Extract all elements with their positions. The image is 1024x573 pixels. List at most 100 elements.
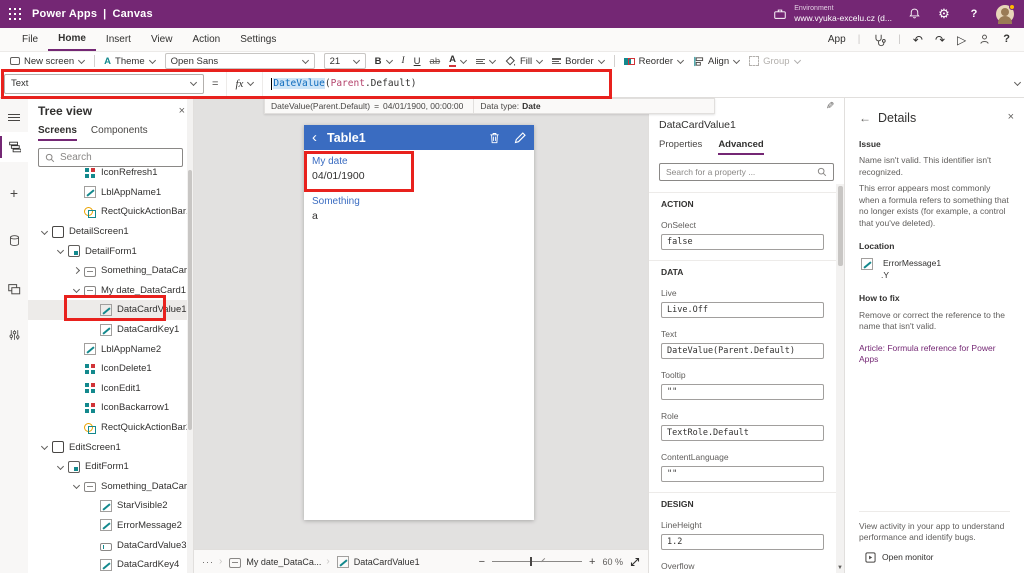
menu-home[interactable]: Home bbox=[48, 28, 96, 51]
formula-bar-expand-icon[interactable] bbox=[1014, 80, 1024, 87]
group-button[interactable]: Group bbox=[749, 56, 800, 67]
tree-item-datacardvalue1[interactable]: DataCardValue1 ⋯ bbox=[28, 300, 187, 320]
chevron-down-icon[interactable] bbox=[72, 285, 82, 295]
breadcrumb-more-icon[interactable]: ··· bbox=[202, 557, 214, 567]
tree-item-datacardkey4[interactable]: DataCardKey4 bbox=[28, 555, 187, 573]
tree-item-lblappname1[interactable]: LblAppName1 bbox=[28, 183, 187, 203]
zoom-out-button[interactable]: − bbox=[479, 556, 485, 568]
tree-item-icondelete1[interactable]: IconDelete1 bbox=[28, 359, 187, 379]
breadcrumb-datacardvalue1[interactable]: DataCardValue1 bbox=[335, 555, 420, 568]
chevron-down-icon[interactable] bbox=[56, 462, 66, 472]
font-family-select[interactable]: Open Sans bbox=[164, 53, 315, 69]
redo-icon[interactable]: ↷ bbox=[935, 34, 945, 46]
menu-action[interactable]: Action bbox=[182, 28, 230, 51]
tree-scrollbar[interactable] bbox=[187, 98, 193, 573]
prop-role-input[interactable]: TextRole.Default bbox=[661, 425, 824, 441]
scrollbar-thumb[interactable] bbox=[188, 170, 192, 430]
edit-pencil-icon[interactable]: ✎ bbox=[826, 101, 834, 112]
field-label-something[interactable]: Something bbox=[312, 196, 534, 207]
chevron-down-icon[interactable] bbox=[56, 246, 66, 256]
tab-properties[interactable]: Properties bbox=[659, 139, 702, 155]
chevron-right-icon[interactable] bbox=[72, 266, 82, 276]
menu-help-icon[interactable]: ? bbox=[1003, 34, 1010, 45]
tree-item-detailscreen1[interactable]: DetailScreen1 bbox=[28, 222, 187, 242]
rail-data-icon[interactable] bbox=[0, 226, 28, 256]
menu-settings[interactable]: Settings bbox=[230, 28, 286, 51]
align-button[interactable]: Align bbox=[693, 56, 740, 67]
zoom-slider-handle[interactable] bbox=[530, 557, 533, 566]
canvas-area[interactable]: ‹ Table1 My date 04/01/1900 Something a … bbox=[194, 98, 648, 573]
location-control[interactable]: ErrorMessage1 bbox=[883, 258, 941, 269]
field-value-my-date[interactable]: 04/01/1900 bbox=[312, 170, 534, 182]
prop-lineheight-input[interactable]: 1.2 bbox=[661, 534, 824, 550]
chevron-down-icon[interactable] bbox=[72, 481, 82, 491]
tree-item-starvisible2[interactable]: StarVisible2 bbox=[28, 496, 187, 516]
prop-onselect-input[interactable]: false bbox=[661, 234, 824, 250]
prop-contentlanguage-input[interactable]: "" bbox=[661, 466, 824, 482]
props-scrollbar[interactable]: ▼ bbox=[836, 184, 844, 573]
tree-item-iconrefresh1[interactable]: IconRefresh1 bbox=[28, 163, 187, 183]
field-label-my-date[interactable]: My date bbox=[312, 156, 534, 167]
strikethrough-button[interactable]: ab bbox=[430, 56, 441, 67]
font-color-button[interactable]: A bbox=[449, 55, 467, 67]
zoom-in-button[interactable]: + bbox=[589, 556, 595, 568]
tree-item-datacardkey1[interactable]: DataCardKey1 bbox=[28, 320, 187, 340]
prop-text-input[interactable]: DateValue(Parent.Default) bbox=[661, 343, 824, 359]
trash-icon[interactable] bbox=[489, 132, 500, 144]
tree-item-editform1[interactable]: EditForm1 bbox=[28, 457, 187, 477]
reorder-button[interactable]: Reorder bbox=[623, 55, 684, 68]
app-preview[interactable]: ‹ Table1 My date 04/01/1900 Something a bbox=[304, 125, 534, 520]
rail-media-icon[interactable] bbox=[0, 274, 28, 304]
tree-item-my date_datacard1[interactable]: My date_DataCard1 bbox=[28, 281, 187, 301]
fx-button[interactable]: fx bbox=[226, 69, 264, 98]
chevron-down-icon[interactable] bbox=[40, 227, 50, 237]
menu-insert[interactable]: Insert bbox=[96, 28, 141, 51]
italic-button[interactable]: I bbox=[402, 56, 405, 66]
property-select[interactable]: Text bbox=[4, 73, 204, 94]
back-arrow-icon[interactable]: ← bbox=[859, 110, 871, 126]
article-link[interactable]: Article: Formula reference for Power App… bbox=[859, 343, 1010, 366]
tree-item-iconedit1[interactable]: IconEdit1 bbox=[28, 379, 187, 399]
app-menu-label[interactable]: App bbox=[828, 34, 846, 45]
chevron-down-icon[interactable] bbox=[40, 442, 50, 452]
rail-advanced-tools-icon[interactable] bbox=[0, 320, 28, 350]
scrollbar-thumb[interactable] bbox=[837, 186, 843, 266]
waffle-icon[interactable] bbox=[9, 7, 22, 21]
help-icon[interactable]: ? bbox=[966, 6, 982, 22]
more-options-icon[interactable]: ⋯ bbox=[171, 304, 182, 315]
rail-menu-icon[interactable] bbox=[0, 102, 28, 132]
edit-pencil-icon[interactable] bbox=[514, 131, 526, 144]
tree-item-editscreen1[interactable]: EditScreen1 bbox=[28, 437, 187, 457]
tree-item-datacardvalue3[interactable]: DataCardValue3 bbox=[28, 535, 187, 555]
tree-item-something_datacard1[interactable]: Something_DataCard1 bbox=[28, 261, 187, 281]
zoom-slider[interactable] bbox=[492, 557, 583, 566]
menu-view[interactable]: View bbox=[141, 28, 183, 51]
open-monitor-link[interactable]: Open monitor bbox=[865, 552, 1010, 563]
tree-close-icon[interactable]: × bbox=[179, 105, 185, 117]
back-chevron-icon[interactable]: ‹ bbox=[312, 130, 317, 145]
rail-tree-view-icon[interactable] bbox=[0, 132, 28, 162]
underline-button[interactable]: U bbox=[414, 56, 421, 67]
tree-item-iconbackarrow1[interactable]: IconBackarrow1 bbox=[28, 398, 187, 418]
undo-icon[interactable]: ↶ bbox=[913, 34, 923, 46]
text-align-button[interactable] bbox=[476, 58, 496, 65]
tree-item-rectquickactionbar2[interactable]: RectQuickActionBar2 bbox=[28, 418, 187, 438]
bold-button[interactable]: B bbox=[375, 56, 393, 67]
prop-live-input[interactable]: Live.Off bbox=[661, 302, 824, 318]
field-value-something[interactable]: a bbox=[312, 210, 534, 222]
preview-play-icon[interactable]: ▷ bbox=[957, 34, 966, 46]
tab-advanced[interactable]: Advanced bbox=[718, 139, 764, 155]
tab-screens[interactable]: Screens bbox=[38, 125, 77, 141]
app-checker-icon[interactable] bbox=[872, 33, 886, 47]
rail-insert-icon[interactable]: + bbox=[0, 178, 28, 208]
tree-item-errormessage2[interactable]: ErrorMessage2 bbox=[28, 516, 187, 536]
new-screen-button[interactable]: New screen bbox=[10, 56, 85, 67]
tree-item-lblappname2[interactable]: LblAppName2 bbox=[28, 339, 187, 359]
tree-item-detailform1[interactable]: DetailForm1 bbox=[28, 241, 187, 261]
avatar[interactable] bbox=[996, 3, 1015, 24]
fit-to-window-icon[interactable] bbox=[630, 557, 640, 567]
fill-button[interactable]: Fill bbox=[505, 56, 543, 67]
breadcrumb-my-date-dataca-[interactable]: My date_DataCa... bbox=[227, 557, 321, 568]
border-button[interactable]: Border bbox=[552, 56, 605, 67]
theme-button[interactable]: A Theme bbox=[104, 56, 155, 67]
